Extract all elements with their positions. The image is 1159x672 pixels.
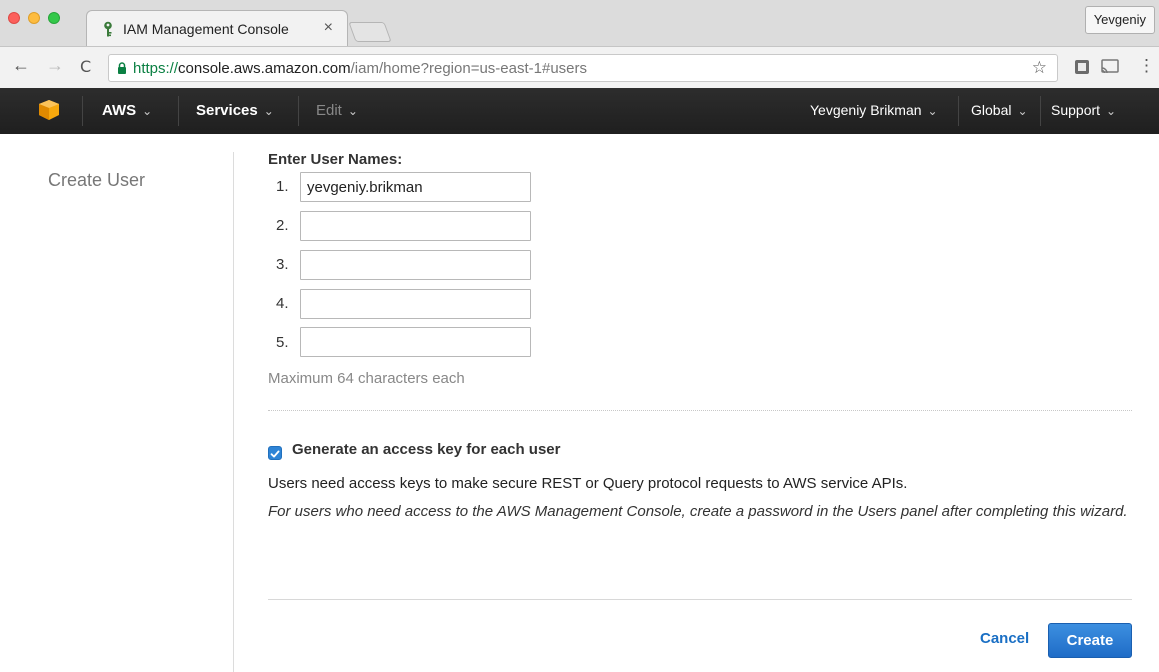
- section-divider: [268, 410, 1132, 411]
- new-tab-button[interactable]: [348, 22, 392, 42]
- chevron-down-icon: ⌄: [142, 104, 153, 118]
- cast-icon[interactable]: [1100, 59, 1120, 75]
- url-text: https://console.aws.amazon.com/iam/home?…: [133, 60, 587, 77]
- support-menu[interactable]: Support ⌄: [1051, 102, 1116, 118]
- url-scheme: https://: [133, 60, 179, 77]
- user-name-input-4[interactable]: [300, 289, 531, 319]
- maximize-window-button[interactable]: [48, 12, 60, 24]
- key-icon: [104, 21, 112, 37]
- aws-menu-label: AWS: [102, 102, 137, 119]
- region-menu-label: Global: [971, 102, 1012, 118]
- max-length-hint: Maximum 64 characters each: [268, 370, 465, 387]
- edit-menu-label: Edit: [316, 102, 342, 119]
- row-number: 5.: [276, 334, 289, 351]
- user-name-input-5[interactable]: [300, 327, 531, 357]
- nav-divider: [178, 96, 179, 126]
- access-key-checkbox[interactable]: [268, 446, 282, 460]
- region-menu[interactable]: Global ⌄: [971, 102, 1028, 118]
- browser-toolbar: ← → C https://console.aws.amazon.com/iam…: [0, 46, 1159, 88]
- user-name-input-1[interactable]: [300, 172, 531, 202]
- user-name-input-2[interactable]: [300, 211, 531, 241]
- row-number: 3.: [276, 256, 289, 273]
- services-menu-label: Services: [196, 102, 258, 119]
- create-button[interactable]: Create: [1048, 623, 1132, 658]
- minimize-window-button[interactable]: [28, 12, 40, 24]
- chevron-down-icon: ⌄: [1106, 104, 1117, 118]
- support-menu-label: Support: [1051, 102, 1101, 118]
- url-host: console.aws.amazon.com: [178, 60, 351, 77]
- address-bar[interactable]: https://console.aws.amazon.com/iam/home?…: [108, 54, 1058, 82]
- back-arrow-icon[interactable]: ←: [12, 55, 30, 76]
- nav-divider: [82, 96, 83, 126]
- reload-icon[interactable]: C: [80, 57, 91, 76]
- nav-divider: [1040, 96, 1041, 126]
- console-password-note: For users who need access to the AWS Man…: [268, 503, 1128, 520]
- tab-close-icon[interactable]: ×: [324, 19, 333, 37]
- row-number: 4.: [276, 295, 289, 312]
- extension-icon[interactable]: [1074, 59, 1090, 75]
- tab-bar: IAM Management Console × Yevgeniy: [0, 0, 1159, 46]
- browser-menu-icon[interactable]: ⋮: [1138, 56, 1155, 76]
- access-key-description: Users need access keys to make secure RE…: [268, 475, 908, 492]
- row-number: 1.: [276, 178, 289, 195]
- close-window-button[interactable]: [8, 12, 20, 24]
- nav-divider: [958, 96, 959, 126]
- aws-cube-logo-icon[interactable]: [38, 99, 60, 121]
- tab-title: IAM Management Console: [123, 21, 289, 37]
- lock-icon: [118, 62, 126, 74]
- chevron-down-icon: ⌄: [347, 104, 358, 118]
- services-menu[interactable]: Services ⌄: [196, 102, 274, 119]
- row-number: 2.: [276, 217, 289, 234]
- nav-divider: [298, 96, 299, 126]
- aws-menu[interactable]: AWS ⌄: [102, 102, 152, 119]
- browser-tab[interactable]: IAM Management Console ×: [86, 10, 348, 46]
- browser-chrome: IAM Management Console × Yevgeniy ← → C …: [0, 0, 1159, 88]
- aws-navbar: AWS ⌄ Services ⌄ Edit ⌄ Yevgeniy Brikman ⌄ G…: [0, 88, 1159, 134]
- account-menu-label: Yevgeniy Brikman: [810, 102, 922, 118]
- vertical-divider: [233, 152, 234, 672]
- forward-arrow-icon[interactable]: →: [46, 55, 64, 76]
- footer-divider: [268, 599, 1132, 600]
- user-names-label: Enter User Names:: [268, 151, 403, 168]
- access-key-checkbox-label[interactable]: Generate an access key for each user: [292, 441, 561, 458]
- cancel-button[interactable]: Cancel: [980, 630, 1029, 647]
- bookmark-star-icon[interactable]: ☆: [1032, 58, 1047, 78]
- chevron-down-icon: ⌄: [263, 104, 274, 118]
- page-title: Create User: [48, 170, 146, 190]
- checkmark-icon: [270, 450, 280, 458]
- url-path: /iam/home?region=us-east-1#users: [350, 60, 587, 77]
- edit-menu[interactable]: Edit ⌄: [316, 102, 358, 119]
- chevron-down-icon: ⌄: [1017, 104, 1028, 118]
- account-menu[interactable]: Yevgeniy Brikman ⌄: [810, 102, 938, 118]
- profile-button[interactable]: Yevgeniy: [1084, 6, 1155, 34]
- chevron-down-icon: ⌄: [927, 104, 938, 118]
- user-name-input-3[interactable]: [300, 250, 531, 280]
